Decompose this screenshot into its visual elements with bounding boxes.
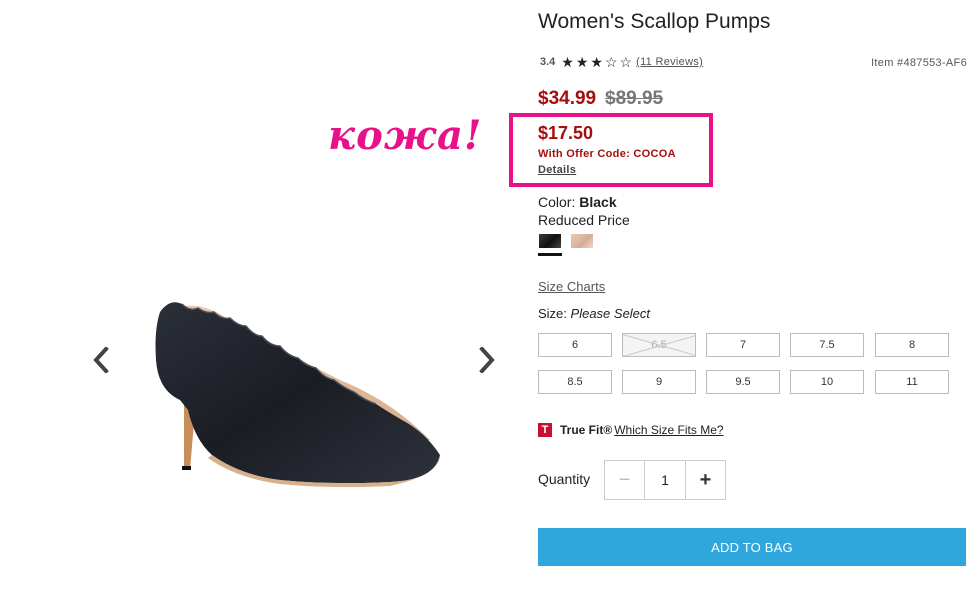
star-empty-icon: ☆ [619,54,633,70]
product-title: Women's Scallop Pumps [538,10,771,33]
reviews-link[interactable]: (11 Reviews) [636,56,703,68]
reduced-price-note: Reduced Price [538,212,630,228]
star-filled-icon: ★ [575,54,589,70]
star-rating: ★ ★ ★ ☆ ☆ [561,55,634,69]
offer-code-text: With Offer Code: COCOA [538,148,676,160]
color-label: Color: [538,194,576,210]
star-filled-icon: ★ [590,54,603,70]
add-to-bag-button[interactable]: ADD TO BAG [538,528,966,566]
item-number: Item #487553-AF6 [871,57,967,69]
truefit-logo-icon: T [538,423,552,437]
chevron-left-icon [93,347,109,373]
size-option[interactable]: 8 [875,333,949,357]
swatch-nude[interactable] [571,234,593,248]
offer-price: $17.50 [538,123,594,143]
rating-value: 3.4 [540,56,556,68]
swatch-black[interactable] [539,234,561,248]
size-option[interactable]: 7.5 [790,333,864,357]
quantity-decrease-button[interactable]: − [605,461,645,499]
size-label: Size: Please Select [538,306,650,321]
quantity-increase-button[interactable]: + [685,461,725,499]
rating-row: 3.4 ★ ★ ★ ☆ ☆ (11 Reviews) [540,55,703,69]
size-label-text: Size: [538,306,567,321]
truefit-brand: True Fit® [560,423,613,437]
offer-details-link[interactable]: Details [538,164,576,176]
selected-color: Black [579,194,617,210]
product-image [155,302,440,488]
size-option[interactable]: 7 [706,333,780,357]
gallery-next-button[interactable] [476,346,498,374]
size-option[interactable]: 11 [875,370,949,394]
size-option[interactable]: 6 [538,333,612,357]
star-filled-icon: ★ [561,54,574,70]
quantity-input[interactable] [645,461,685,499]
truefit-row: T True Fit® Which Size Fits Me? [538,423,724,437]
size-option[interactable]: 10 [790,370,864,394]
selected-swatch-indicator [538,253,562,256]
quantity-stepper: − + [604,460,726,500]
size-option[interactable]: 8.5 [538,370,612,394]
quantity-label: Quantity [538,471,591,487]
size-option-unavailable: 6.5 [622,333,696,357]
gallery-prev-button[interactable] [90,346,112,374]
size-prompt: Please Select [570,306,651,321]
color-selection: Color: Black [538,194,617,210]
truefit-link[interactable]: Which Size Fits Me? [614,423,723,437]
sale-price: $34.99 [538,88,597,109]
handwritten-annotation: кожа! [328,112,483,159]
chevron-right-icon [479,347,495,373]
original-price: $89.95 [605,88,664,109]
size-option[interactable]: 9 [622,370,696,394]
size-option[interactable]: 9.5 [706,370,780,394]
star-empty-icon: ☆ [604,54,618,70]
size-charts-link[interactable]: Size Charts [538,279,605,294]
